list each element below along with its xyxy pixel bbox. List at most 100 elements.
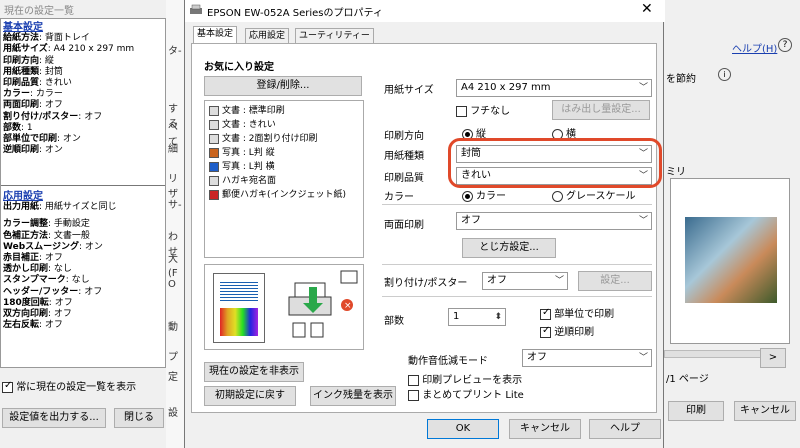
- duplex-select[interactable]: オフ ﹀: [456, 212, 652, 230]
- favorite-item[interactable]: 文書 : きれい: [209, 119, 276, 132]
- info-icon[interactable]: i: [718, 68, 731, 81]
- favorite-item[interactable]: 郵便ハガキ(インクジェット紙): [209, 189, 346, 202]
- ink-levels-button[interactable]: インク残量を表示: [310, 386, 396, 406]
- checkbox-icon: [2, 380, 13, 393]
- summary-item-value: : 封筒: [39, 66, 63, 77]
- summary-item-value: : 背面トレイ: [39, 33, 90, 44]
- favorite-item[interactable]: 写真 : L判 縦: [209, 147, 275, 160]
- cancel-button[interactable]: キャンセル: [509, 419, 581, 439]
- tab-basic[interactable]: 基本設定: [193, 26, 238, 44]
- paper-type-label: 用紙種類: [384, 151, 424, 162]
- summary-item-label: 用紙種類: [3, 66, 40, 77]
- collate-checkbox[interactable]: 部単位で印刷: [540, 305, 614, 320]
- tab-utility[interactable]: ユーティリティー: [295, 28, 374, 44]
- spin-arrows-icon[interactable]: ⬍: [494, 309, 502, 325]
- favorites-list[interactable]: 文書 : 標準印刷 文書 : きれい 文書 : 2面割り付け印刷 写真 : L判 縦写…: [204, 100, 364, 258]
- summary-item-label: 両面印刷: [3, 100, 40, 111]
- hide-settings-button[interactable]: 現在の設定を非表示: [204, 362, 304, 382]
- chevron-down-icon: ﹀: [638, 83, 648, 93]
- ok-button[interactable]: OK: [427, 419, 499, 439]
- summary-item-value: : オフ: [48, 309, 72, 319]
- chevron-down-icon: ﹀: [554, 276, 564, 286]
- ink-save-label: を節約: [666, 74, 696, 85]
- summary-item: ヘッダー/フッター: オフ: [3, 287, 102, 298]
- document-icon: [209, 133, 219, 144]
- summary-item-label: 部数: [3, 122, 22, 133]
- tab-advanced[interactable]: 応用設定: [245, 28, 290, 44]
- favorite-item[interactable]: 文書 : 標準印刷: [209, 105, 285, 118]
- close-summary-button[interactable]: 閉じる: [114, 408, 164, 428]
- summary-item-label: 給紙方法: [3, 33, 40, 44]
- preview-scrollbar[interactable]: [664, 350, 774, 358]
- question-icon[interactable]: ?: [778, 38, 792, 52]
- summary-item-value: : 文書一般: [48, 230, 90, 241]
- binding-settings-button[interactable]: とじ方設定...: [462, 238, 556, 258]
- color-radio[interactable]: カラー: [462, 187, 506, 202]
- favorite-item[interactable]: ハガキ宛名面: [209, 175, 276, 188]
- background-window-strip: タ- する べて細リザ サ- わせ大 (F O動プ定設: [166, 0, 184, 448]
- summary-list: 基本設定 給紙方法: 背面トレイ 用紙サイズ: A4 210 x 297 mm 印刷方…: [0, 18, 166, 368]
- postcard-icon: [209, 175, 219, 186]
- print-button[interactable]: 印刷: [668, 401, 724, 421]
- divider: [382, 296, 652, 297]
- print-lite-checkbox[interactable]: まとめてプリント Lite: [408, 386, 524, 401]
- background-window-text: 設: [168, 408, 178, 419]
- grayscale-radio[interactable]: グレースケール: [552, 187, 636, 202]
- summary-section-heading: 基本設定: [3, 22, 43, 33]
- divider: [382, 204, 652, 205]
- background-window-text: 動: [168, 322, 178, 333]
- multipage-settings-button[interactable]: 設定...: [578, 271, 652, 291]
- checkbox-icon: [408, 374, 419, 386]
- preview-paper: [670, 178, 790, 344]
- summary-item-value: : オン: [39, 145, 63, 156]
- close-icon[interactable]: ✕: [641, 1, 653, 17]
- color-label: カラー: [384, 192, 414, 203]
- help-button[interactable]: ヘルプ: [589, 419, 661, 439]
- quiet-mode-select[interactable]: オフ ﹀: [522, 349, 652, 367]
- preview-photo: [685, 217, 777, 303]
- summary-item: 用紙サイズ: A4 210 x 297 mm: [3, 44, 134, 55]
- quiet-mode-label: 動作音低減モード: [408, 356, 488, 367]
- borderless-checkbox[interactable]: フチなし: [456, 102, 510, 117]
- summary-item: 印刷方向: 縦: [3, 56, 54, 67]
- copies-stepper[interactable]: 1 ⬍: [448, 308, 506, 326]
- help-link[interactable]: ヘルプ(H): [732, 40, 777, 55]
- printer-icon: [190, 4, 202, 14]
- paper-size-select[interactable]: A4 210 x 297 mm ﹀: [456, 79, 652, 97]
- favorite-item[interactable]: 写真 : L判 横: [209, 161, 275, 174]
- reverse-order-checkbox[interactable]: 逆順印刷: [540, 323, 594, 338]
- title-bar: EPSON EW-052A Seriesのプロパティ ✕: [185, 0, 665, 22]
- summary-item-label: 色補正方法: [3, 230, 49, 241]
- summary-item-label: 割り付け/ポスター: [3, 111, 79, 122]
- background-window-text: 大: [168, 254, 178, 265]
- summary-item: 逆順印刷: オン: [3, 145, 63, 156]
- printer-properties-dialog: EPSON EW-052A Seriesのプロパティ ✕ 基本設定 応用設定 ユ…: [184, 0, 665, 448]
- summary-item-value: : オフ: [39, 320, 63, 331]
- page-count-label: /1 ページ: [666, 374, 709, 385]
- always-show-checkbox[interactable]: 常に現在の設定一覧を表示: [2, 378, 136, 393]
- summary-item-value: : なし: [65, 275, 90, 286]
- summary-item: 用紙種類: 封筒: [3, 67, 63, 78]
- background-window-text: サ-: [168, 200, 182, 211]
- overflow-settings-button[interactable]: はみ出し量設定...: [552, 100, 650, 120]
- summary-item-label: 赤目補正: [3, 253, 40, 263]
- reset-defaults-button[interactable]: 初期設定に戻す: [204, 386, 296, 406]
- favorite-item[interactable]: 文書 : 2面割り付け印刷: [209, 133, 317, 146]
- multipage-select[interactable]: オフ ﹀: [482, 272, 568, 290]
- paper-thumbnail: [213, 273, 265, 343]
- document-icon: [209, 105, 219, 116]
- export-settings-button[interactable]: 設定値を出力する...: [2, 408, 106, 428]
- print-preview-checkbox[interactable]: 印刷プレビューを表示: [408, 371, 522, 386]
- register-delete-button[interactable]: 登録/削除...: [204, 76, 362, 96]
- postcard-icon: [209, 189, 219, 200]
- summary-item: 180度回転: オフ: [3, 298, 73, 309]
- summary-item-value: : オフ: [78, 111, 103, 122]
- summary-item-value: : オン: [57, 134, 81, 144]
- summary-item: スタンプマーク: なし: [3, 275, 90, 286]
- printer-illustration: ×: [204, 264, 364, 350]
- cancel-print-button[interactable]: キャンセル: [734, 401, 796, 421]
- background-window-text: 定: [168, 372, 178, 383]
- next-page-button[interactable]: >: [760, 348, 786, 368]
- duplex-label: 両面印刷: [384, 220, 424, 231]
- orientation-label: 印刷方向: [384, 131, 424, 142]
